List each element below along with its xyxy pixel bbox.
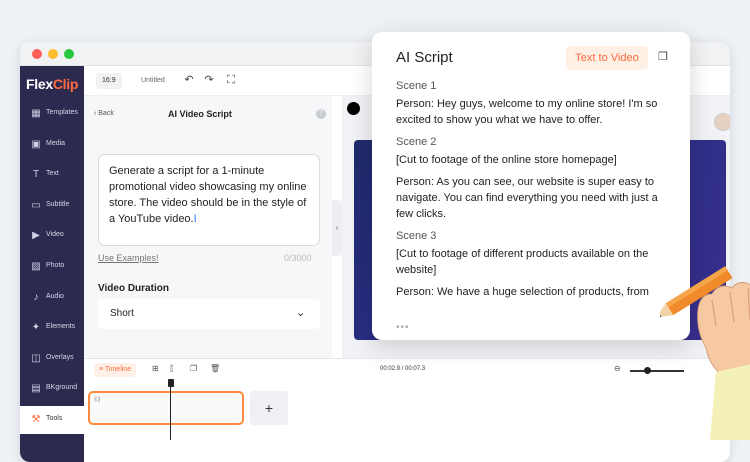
delete-icon[interactable]: 🗑 bbox=[210, 364, 220, 373]
sidebar-item-elements[interactable]: ✦ Elements bbox=[20, 314, 84, 342]
tools-icon: ⚒ bbox=[31, 414, 41, 425]
sidebar-item-bkground[interactable]: ▤ BKground bbox=[20, 375, 84, 403]
scene-heading: Scene 3 bbox=[396, 230, 437, 242]
sidebar-item-label: Elements bbox=[46, 323, 76, 331]
zoom-out-icon[interactable]: ⊖ bbox=[614, 364, 621, 373]
scene-heading: Scene 2 bbox=[396, 136, 437, 148]
script-line: Person: Hey guys, welcome to my online s… bbox=[396, 98, 658, 126]
maximize-window-button[interactable] bbox=[64, 49, 74, 59]
duration-select[interactable]: Short ⌄ bbox=[98, 299, 320, 329]
timeline-tracks: ⟪⟫ + bbox=[84, 380, 730, 462]
project-title[interactable]: Untitled bbox=[141, 77, 165, 84]
logo: FlexClip bbox=[26, 76, 79, 92]
script-line: [Cut to footage of the online store home… bbox=[396, 154, 617, 166]
minimize-window-button[interactable] bbox=[48, 49, 58, 59]
redo-icon[interactable]: ↷ bbox=[202, 73, 216, 87]
audio-icon: ♪ bbox=[33, 291, 39, 303]
hand-with-pencil-illustration bbox=[660, 266, 750, 440]
ai-script-panel: ‹ Back AI Video Script ? Generate a scri… bbox=[84, 96, 332, 358]
sidebar-item-subtitle[interactable]: ▭ Subtitle bbox=[20, 192, 84, 220]
zoom-slider-handle[interactable] bbox=[644, 367, 651, 374]
background-color-swatch[interactable] bbox=[347, 102, 360, 115]
timeline-clip[interactable]: ⟪⟫ bbox=[88, 391, 244, 425]
split-icon[interactable]: ⟦ bbox=[170, 364, 174, 373]
sidebar-item-photo[interactable]: ▨ Photo bbox=[20, 253, 84, 281]
playhead[interactable] bbox=[170, 380, 171, 440]
sidebar-item-media[interactable]: ▣ Media bbox=[20, 131, 84, 159]
sidebar-item-label: Audio bbox=[46, 292, 64, 300]
timeline-toolbar: ≡ Timeline ⊞ ⟦ ❐ 🗑 00:02.9 / 00:07.3 ⊖ bbox=[84, 358, 730, 380]
use-examples-link[interactable]: Use Examples! bbox=[98, 253, 159, 263]
script-line: Person: We have a huge selection of prod… bbox=[396, 286, 649, 298]
sidebar-item-label: Text bbox=[46, 170, 59, 178]
duration-value: Short bbox=[110, 308, 134, 319]
sidebar: FlexClip ▦ Templates ▣ Media T Text ▭ Subtitle ▶… bbox=[20, 66, 84, 462]
fullscreen-icon[interactable]: ⛶ bbox=[224, 73, 238, 87]
templates-icon: ▦ bbox=[31, 108, 41, 119]
sidebar-item-label: Photo bbox=[46, 262, 65, 269]
timeline-toggle[interactable]: ≡ Timeline bbox=[94, 363, 137, 377]
panel-title: AI Video Script bbox=[168, 109, 232, 119]
duration-label: Video Duration bbox=[98, 283, 169, 294]
text-cursor-icon: I bbox=[193, 213, 197, 225]
chevron-down-icon: ⌄ bbox=[296, 307, 306, 319]
copy-icon[interactable]: ❐ bbox=[658, 51, 670, 63]
avatar[interactable] bbox=[714, 113, 730, 131]
back-button[interactable]: ‹ Back bbox=[94, 110, 114, 117]
photo-icon: ▨ bbox=[31, 261, 41, 272]
scene-heading: Scene 1 bbox=[396, 80, 437, 92]
text-to-video-button[interactable]: Text to Video bbox=[566, 46, 648, 70]
video-icon: ▶ bbox=[32, 230, 40, 242]
card-title: AI Script bbox=[396, 49, 453, 66]
duplicate-icon[interactable]: ❐ bbox=[190, 364, 197, 373]
sidebar-item-audio[interactable]: ♪ Audio bbox=[20, 284, 84, 312]
background-icon: ▤ bbox=[31, 383, 41, 395]
aspect-ratio-button[interactable]: 16:9 bbox=[96, 73, 122, 89]
sidebar-item-label: Media bbox=[46, 139, 66, 147]
script-line: Person: As you can see, our website is s… bbox=[396, 176, 658, 220]
loading-indicator: ••• bbox=[396, 322, 410, 333]
sidebar-item-text[interactable]: T Text bbox=[20, 161, 84, 189]
subtitle-icon: ▭ bbox=[31, 199, 41, 211]
playback-time: 00:02.9 / 00:07.3 bbox=[380, 366, 426, 372]
sidebar-item-label: Templates bbox=[46, 109, 78, 116]
sidebar-item-label: Tools bbox=[46, 415, 63, 422]
help-icon[interactable]: ? bbox=[316, 109, 326, 119]
ai-script-card: AI Script Text to Video ❐ Scene 1 Person:… bbox=[372, 32, 690, 340]
clip-icon: ⟪⟫ bbox=[94, 397, 101, 403]
media-icon: ▣ bbox=[31, 138, 41, 150]
sidebar-item-tools[interactable]: ⚒ Tools bbox=[20, 406, 84, 434]
sidebar-item-video[interactable]: ▶ Video bbox=[20, 222, 84, 250]
script-line: [Cut to footage of different products av… bbox=[396, 248, 649, 276]
prompt-input[interactable]: Generate a script for a 1-minute promoti… bbox=[98, 154, 320, 246]
add-icon[interactable]: ⊞ bbox=[152, 364, 159, 373]
sidebar-item-label: Overlays bbox=[46, 353, 74, 361]
script-content: Scene 1 Person: Hey guys, welcome to my o… bbox=[396, 78, 672, 306]
overlays-icon: ◫ bbox=[31, 352, 41, 364]
sidebar-item-overlays[interactable]: ◫ Overlays bbox=[20, 345, 84, 373]
sidebar-item-label: Video bbox=[46, 231, 64, 239]
undo-icon[interactable]: ↶ bbox=[182, 73, 196, 87]
collapse-panel-button[interactable]: ‹ bbox=[332, 200, 342, 256]
sidebar-item-label: BKground bbox=[46, 384, 78, 392]
elements-icon: ✦ bbox=[31, 322, 41, 334]
text-icon: T bbox=[32, 169, 40, 181]
playhead-handle[interactable] bbox=[168, 379, 174, 387]
sidebar-item-label: Subtitle bbox=[46, 200, 70, 208]
close-window-button[interactable] bbox=[32, 49, 42, 59]
add-clip-button[interactable]: + bbox=[250, 391, 288, 425]
character-counter: 0/3000 bbox=[284, 253, 312, 263]
sidebar-item-templates[interactable]: ▦ Templates bbox=[20, 100, 84, 128]
